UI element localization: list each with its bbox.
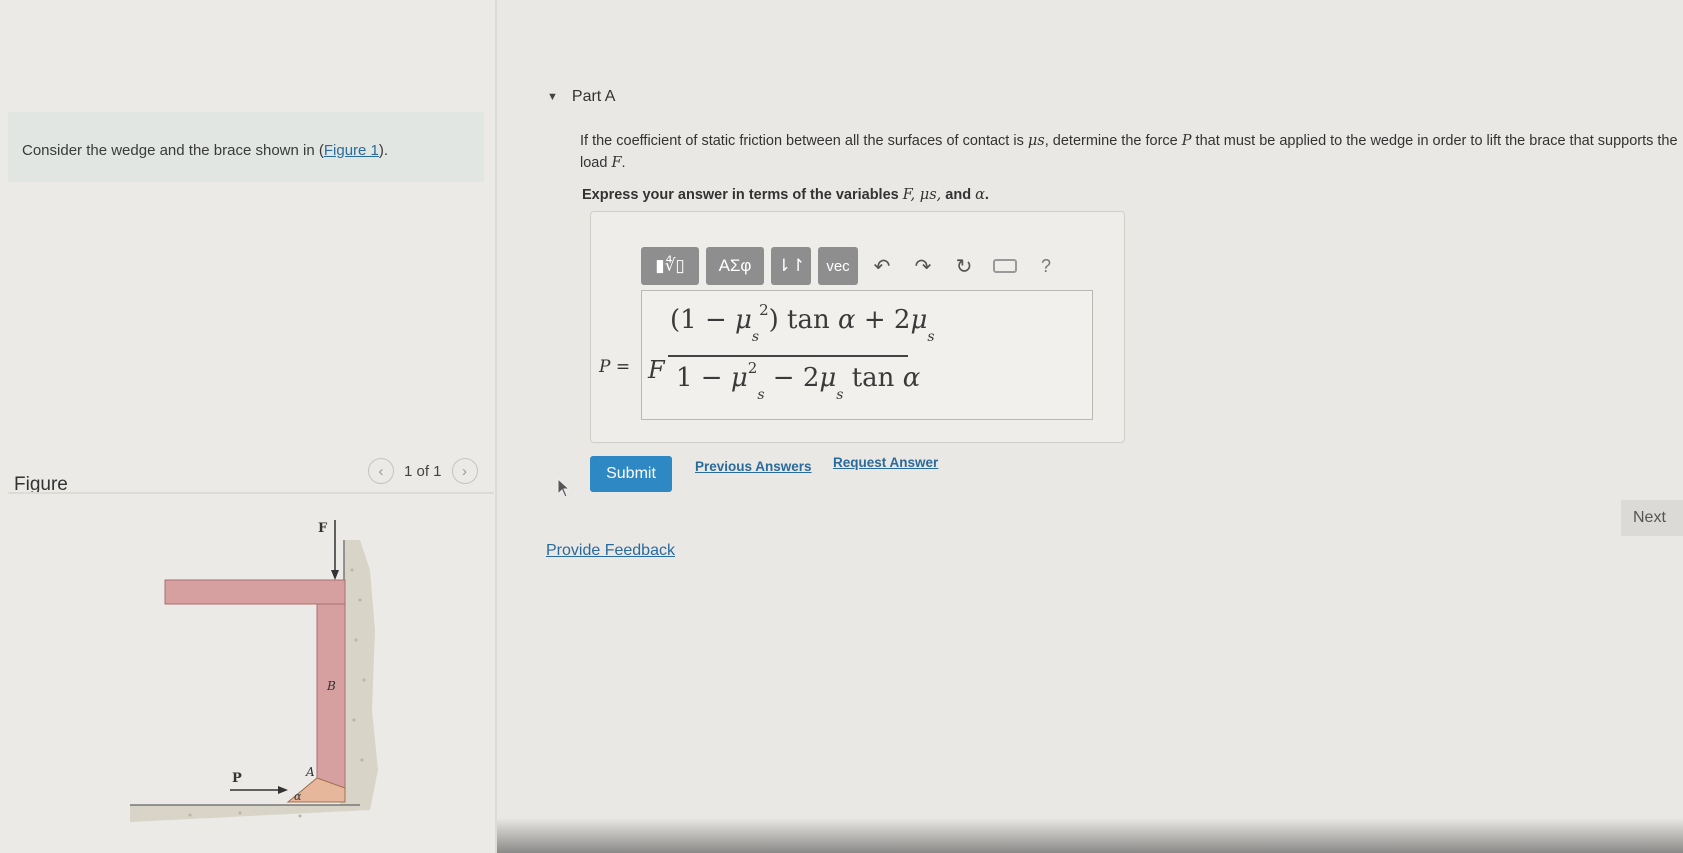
expr-numerator: (1 − μs2) tan α + 2μs [670,301,935,345]
expr-F: F [648,356,665,384]
label-P: P [232,771,242,786]
right-panel: ▼ Part A If the coefficient of static fr… [497,0,1683,853]
previous-answers-link[interactable]: Previous Answers [695,459,812,474]
instruction-and: and [941,187,976,203]
figure-navigation: ‹ 1 of 1 › [368,458,478,484]
submit-button[interactable]: Submit [590,456,672,492]
question-text: If the coefficient of static friction be… [580,130,1683,174]
intro-text-end: ). [378,142,389,159]
answer-input[interactable]: F (1 − μs2) tan α + 2μs 1 − μ2s − 2μs ta… [641,290,1093,420]
help-icon[interactable]: ? [1029,247,1063,285]
keyboard-icon [993,259,1017,273]
chevron-left-icon: ‹ [378,462,384,480]
chevron-right-icon: › [462,462,468,480]
den-one: 1 − [676,363,731,393]
den-tan: tan [843,363,903,393]
num-mu2-sub: s [927,329,935,345]
question-part-1: If the coefficient of static friction be… [580,133,1028,149]
answer-lhs: P = [599,357,631,377]
caret-down-icon[interactable]: ▼ [547,91,558,103]
vector-button[interactable]: vec [818,247,858,285]
question-P: P [1181,133,1192,149]
den-minus: − 2 [764,363,820,393]
answer-expression: F (1 − μs2) tan α + 2μs 1 − μ2s − 2μs ta… [642,291,1092,419]
question-F: F [611,155,622,171]
next-button[interactable]: Next [1621,500,1683,536]
keyboard-button[interactable] [988,247,1022,285]
instruction-end: . [984,187,989,203]
den-mu-sup: 2 [747,359,758,377]
label-A: A [305,765,315,779]
force-F-arrowhead [331,570,339,580]
request-answer-link[interactable]: Request Answer [833,455,938,470]
num-mu: μ [735,305,752,335]
den-mu-sub: s [757,387,765,403]
figure-counter: 1 of 1 [404,462,442,480]
provide-feedback-link[interactable]: Provide Feedback [546,542,675,560]
greek-symbols-button[interactable]: ΑΣφ [706,247,764,285]
horizontal-brace [164,579,346,605]
force-P-arrowhead [278,786,288,794]
num-mu-sup: 2 [759,301,769,319]
num-plus: + 2 [855,305,911,335]
wedge-brace-figure: F B P A α [130,520,378,822]
num-mu-sub: s [751,329,760,345]
templates-button[interactable]: ▮∜▯ [641,247,699,285]
part-title: Part A [571,88,616,105]
next-figure-button[interactable]: › [451,458,478,484]
num-mu2: μ [910,305,928,335]
fraction-bar [668,355,908,357]
mouse-cursor-icon [557,478,571,498]
den-mu2-sub: s [836,387,844,403]
label-B: B [326,679,336,693]
math-toolbar: ▮∜▯ ΑΣφ ⇂↾ vec ↶ ↷ ↻ ? [641,247,1063,285]
instruction-part-1: Express your answer in terms of the vari… [582,187,903,203]
num-alpha: α [838,305,856,335]
part-header[interactable]: ▼ Part A [547,88,615,106]
den-mu: μ [730,363,748,393]
num-close: ) [768,305,779,335]
instruction-text: Express your answer in terms of the vari… [582,187,989,203]
left-panel: Consider the wedge and the brace shown i… [0,0,495,853]
instruction-vars: F, μs, [902,187,942,203]
intro-text: Consider the wedge and the brace shown i… [22,142,324,159]
den-mu2: μ [819,363,837,393]
instruction-alpha: α [975,187,985,203]
undo-icon[interactable]: ↶ [865,247,899,285]
expr-denominator: 1 − μ2s − 2μs tan α [676,359,921,403]
den-alpha: α [902,363,921,393]
vertical-brace [316,603,346,789]
num-tan: tan [778,305,839,335]
figure-divider [8,492,494,494]
reset-icon[interactable]: ↻ [947,247,981,285]
label-alpha: α [294,790,302,803]
question-mu: μs [1027,133,1045,149]
figure-link[interactable]: Figure 1 [324,142,379,159]
prev-figure-button[interactable]: ‹ [368,458,394,484]
problem-intro: Consider the wedge and the brace shown i… [8,112,484,182]
sort-button[interactable]: ⇂↾ [771,247,811,285]
num-open: (1 − [670,305,735,335]
answer-panel: ▮∜▯ ΑΣφ ⇂↾ vec ↶ ↷ ↻ ? P = F (1 − μs2) t… [590,211,1125,443]
question-end: . [621,155,626,171]
bottom-shadow [497,818,1683,853]
label-F: F [318,521,328,536]
question-part-2: , determine the force [1044,133,1182,149]
redo-icon[interactable]: ↷ [906,247,940,285]
